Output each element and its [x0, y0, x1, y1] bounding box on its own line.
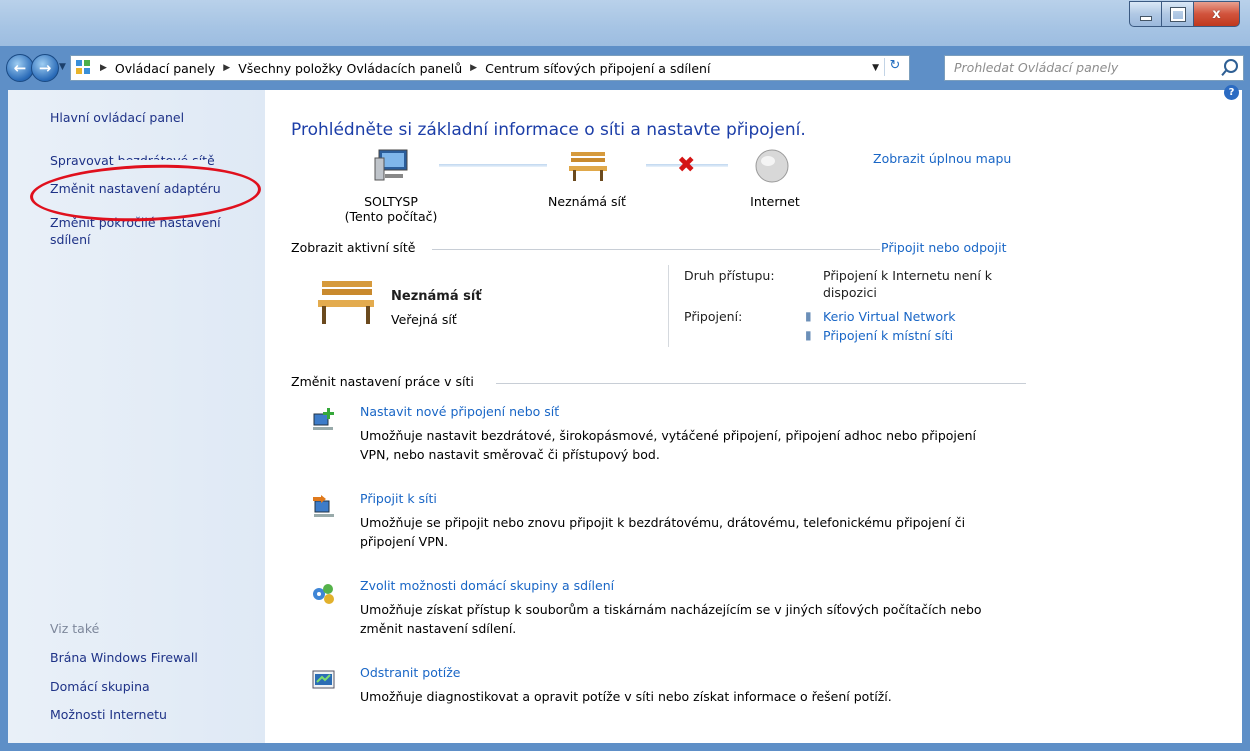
- breadcrumb-separator-icon[interactable]: ▶: [100, 63, 107, 73]
- no-connection-icon: ✖: [677, 153, 696, 178]
- back-button[interactable]: ←: [6, 54, 34, 82]
- task-description: Umožňuje nastavit bezdrátové, širokopásm…: [360, 426, 1020, 464]
- task-connect-network-link[interactable]: Připojit k síti: [360, 491, 437, 506]
- map-link-line: [439, 164, 547, 167]
- view-full-map-link[interactable]: Zobrazit úplnou mapu: [873, 151, 1011, 166]
- address-row: ← → ▼ ▶ Ovládací panely ▶ Všechny položk…: [0, 50, 1250, 86]
- bench-icon: [569, 152, 607, 181]
- change-settings-heading: Změnit nastavení práce v síti: [291, 374, 474, 389]
- map-node-internet: Internet: [750, 194, 800, 209]
- troubleshoot-icon: [312, 670, 335, 689]
- adapter-icon: ▮: [805, 309, 812, 323]
- connect-network-icon: [313, 495, 334, 517]
- homegroup-icon: [313, 584, 334, 604]
- connection-link-local[interactable]: Připojení k místní síti: [823, 328, 953, 343]
- breadcrumb-network-center[interactable]: Centrum síťových připojení a sdílení: [485, 61, 710, 76]
- close-button[interactable]: x: [1194, 1, 1240, 27]
- bench-icon: [318, 281, 374, 324]
- address-bar[interactable]: ▶ Ovládací panely ▶ Všechny položky Ovlá…: [70, 55, 910, 81]
- arrow-left-icon: ←: [13, 59, 27, 77]
- access-type-label: Druh přístupu:: [684, 268, 775, 283]
- computer-name: SOLTYSP: [364, 194, 418, 209]
- sidebar-item-homegroup[interactable]: Domácí skupina: [50, 679, 150, 694]
- task-description: Umožňuje diagnostikovat a opravit potíže…: [360, 687, 1020, 706]
- title-bar: x: [0, 0, 1250, 46]
- minimize-button[interactable]: [1129, 1, 1161, 27]
- breadcrumb-separator-icon[interactable]: ▶: [470, 63, 477, 73]
- see-also-heading: Viz také: [50, 621, 100, 636]
- sidebar-item-advanced-sharing-line2[interactable]: sdílení: [50, 232, 90, 247]
- sidebar: Hlavní ovládací panel Spravovat bezdráto…: [8, 90, 265, 743]
- maximize-button[interactable]: [1161, 1, 1194, 27]
- task-description-line: Umožňuje získat přístup k souborům a tis…: [360, 602, 982, 617]
- sidebar-item-internet-options[interactable]: Možnosti Internetu: [50, 707, 167, 722]
- task-description-line: změnit nastavení sdílení.: [360, 621, 517, 636]
- adapter-icon: ▮: [805, 328, 812, 342]
- sidebar-item-main-panel[interactable]: Hlavní ovládací panel: [50, 110, 184, 125]
- breadcrumb-control-panel[interactable]: Ovládací panely: [115, 61, 215, 76]
- divider: [668, 265, 669, 347]
- task-description-line: připojení VPN.: [360, 534, 449, 549]
- map-node-computer: SOLTYSP (Tento počítač): [331, 194, 451, 224]
- content-area: Hlavní ovládací panel Spravovat bezdráto…: [8, 85, 1242, 743]
- new-connection-icon: [313, 408, 334, 430]
- help-icon[interactable]: ?: [1224, 85, 1239, 100]
- active-network-type[interactable]: Veřejná síť: [391, 312, 457, 327]
- search-input[interactable]: Prohledat Ovládací panely: [954, 60, 1118, 75]
- breadcrumb-separator-icon[interactable]: ▶: [223, 63, 230, 73]
- breadcrumb-all-items[interactable]: Všechny položky Ovládacích panelů: [238, 61, 462, 76]
- globe-icon: [755, 149, 789, 183]
- divider: [432, 249, 880, 250]
- task-description: Umožňuje získat přístup k souborům a tis…: [360, 600, 1020, 638]
- computer-sub: (Tento počítač): [344, 209, 438, 224]
- sidebar-item-firewall[interactable]: Brána Windows Firewall: [50, 650, 198, 665]
- recent-pages-dropdown[interactable]: ▼: [59, 62, 66, 72]
- task-description-line: Umožňuje se připojit nebo znovu připojit…: [360, 515, 966, 530]
- caption-buttons: x: [1129, 1, 1240, 27]
- address-dropdown-icon[interactable]: ▼: [872, 63, 879, 73]
- connect-disconnect-link[interactable]: Připojit nebo odpojit: [881, 240, 1007, 255]
- map-node-network: Neznámá síť: [548, 194, 626, 209]
- access-type-value: Připojení k Internetu není k: [823, 268, 993, 283]
- control-panel-icon: [76, 60, 92, 76]
- page-title: Prohlédněte si základní informace o síti…: [291, 120, 806, 140]
- forward-button[interactable]: →: [31, 54, 59, 82]
- access-type-value-line2: dispozici: [823, 285, 877, 300]
- sidebar-item-change-adapter[interactable]: Změnit nastavení adaptéru: [50, 181, 221, 196]
- refresh-button[interactable]: ↻: [884, 58, 905, 76]
- task-troubleshoot-link[interactable]: Odstranit potíže: [360, 665, 460, 680]
- task-description-line: Umožňuje diagnostikovat a opravit potíže…: [360, 689, 892, 704]
- sidebar-item-advanced-sharing[interactable]: Změnit pokročilé nastavení: [50, 215, 221, 230]
- task-new-connection-link[interactable]: Nastavit nové připojení nebo síť: [360, 404, 559, 419]
- search-icon[interactable]: [1224, 59, 1238, 73]
- computer-icon: [374, 149, 408, 181]
- connections-label: Připojení:: [684, 309, 743, 324]
- divider: [496, 383, 1026, 384]
- task-description-line: Umožňuje nastavit bezdrátové, širokopásm…: [360, 428, 976, 443]
- search-box[interactable]: Prohledat Ovládací panely: [944, 55, 1244, 81]
- connection-link-kerio[interactable]: Kerio Virtual Network: [823, 309, 956, 324]
- minimize-icon: [1139, 15, 1152, 21]
- close-icon: x: [1212, 6, 1221, 22]
- task-description-line: VPN, nebo nastavit směrovač či přístupov…: [360, 447, 660, 462]
- task-homegroup-link[interactable]: Zvolit možnosti domácí skupiny a sdílení: [360, 578, 614, 593]
- scribble-overlay: [118, 160, 208, 168]
- active-network-name: Neznámá síť: [391, 289, 482, 304]
- refresh-icon: ↻: [889, 58, 901, 73]
- maximize-icon: [1169, 6, 1186, 22]
- main-panel: Prohlédněte si základní informace o síti…: [291, 90, 1031, 743]
- window: x ← → ▼ ▶ Ovládací panely ▶ Všechny polo…: [0, 0, 1250, 751]
- active-networks-heading: Zobrazit aktivní sítě: [291, 240, 416, 255]
- arrow-right-icon: →: [38, 59, 52, 77]
- task-description: Umožňuje se připojit nebo znovu připojit…: [360, 513, 1020, 551]
